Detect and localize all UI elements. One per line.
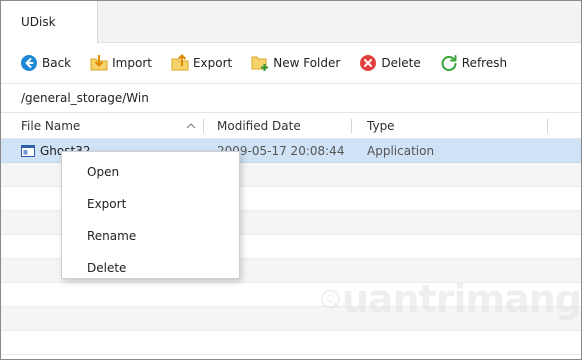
column-type[interactable]: Type bbox=[367, 113, 395, 139]
context-menu-open[interactable]: Open bbox=[62, 156, 239, 188]
udisk-window: UDisk Back Import Export New Folder Dele… bbox=[0, 0, 582, 360]
column-modified-date-label: Modified Date bbox=[217, 119, 301, 133]
current-path: /general_storage/Win bbox=[21, 91, 149, 105]
tab-strip: UDisk bbox=[1, 1, 581, 43]
tab-udisk-label: UDisk bbox=[21, 15, 56, 29]
import-label: Import bbox=[112, 56, 152, 70]
sort-ascending-icon[interactable] bbox=[186, 121, 196, 131]
context-menu-export-label: Export bbox=[87, 197, 127, 211]
column-separator[interactable] bbox=[351, 119, 352, 133]
refresh-label: Refresh bbox=[461, 56, 508, 70]
column-separator[interactable] bbox=[203, 119, 204, 133]
delete-button[interactable]: Delete bbox=[359, 51, 421, 75]
delete-x-icon bbox=[360, 55, 377, 71]
export-label: Export bbox=[192, 56, 233, 70]
back-arrow-icon bbox=[21, 55, 37, 71]
file-type-cell: Application bbox=[367, 139, 434, 163]
column-header: File Name Modified Date Type bbox=[1, 113, 581, 139]
refresh-icon bbox=[441, 55, 457, 71]
import-folder-icon bbox=[90, 55, 108, 71]
column-separator[interactable] bbox=[547, 119, 548, 133]
column-type-label: Type bbox=[367, 119, 395, 133]
new-folder-button[interactable]: New Folder bbox=[251, 51, 340, 75]
context-menu-rename[interactable]: Rename bbox=[62, 220, 239, 252]
context-menu-export[interactable]: Export bbox=[62, 188, 239, 220]
column-file-name[interactable]: File Name bbox=[21, 113, 80, 139]
column-modified-date[interactable]: Modified Date bbox=[217, 113, 301, 139]
new-folder-icon bbox=[251, 56, 269, 71]
delete-label: Delete bbox=[381, 56, 421, 70]
back-label: Back bbox=[42, 56, 72, 70]
watermark-text: uantrimang bbox=[341, 277, 581, 321]
back-button[interactable]: Back bbox=[20, 51, 71, 75]
column-file-name-label: File Name bbox=[21, 119, 81, 133]
context-menu: Open Export Rename Delete bbox=[61, 151, 240, 279]
context-menu-delete-label: Delete bbox=[87, 261, 127, 275]
export-folder-icon bbox=[171, 54, 189, 71]
empty-row bbox=[1, 331, 581, 355]
application-icon bbox=[21, 145, 35, 157]
context-menu-rename-label: Rename bbox=[87, 229, 137, 243]
tab-udisk[interactable]: UDisk bbox=[1, 1, 98, 43]
file-type: Application bbox=[367, 144, 435, 158]
new-folder-label: New Folder bbox=[273, 56, 341, 70]
toolbar: Back Import Export New Folder Delete Ref… bbox=[1, 43, 581, 83]
context-menu-open-label: Open bbox=[87, 165, 120, 179]
watermark: uantrimang bbox=[321, 269, 581, 329]
lightbulb-logo-icon bbox=[321, 289, 340, 309]
path-bar[interactable]: /general_storage/Win bbox=[1, 83, 581, 113]
import-button[interactable]: Import bbox=[90, 51, 152, 75]
refresh-button[interactable]: Refresh bbox=[440, 51, 507, 75]
export-button[interactable]: Export bbox=[171, 51, 232, 75]
context-menu-delete[interactable]: Delete bbox=[62, 252, 239, 284]
